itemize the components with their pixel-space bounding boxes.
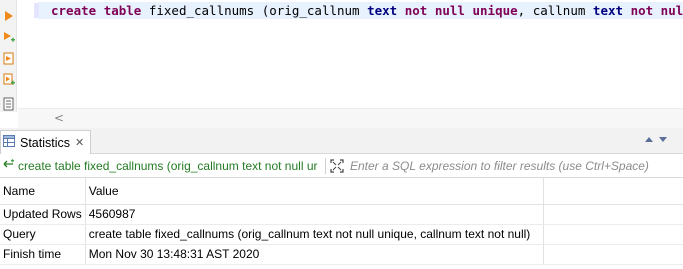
sql-editor-toolbar (0, 0, 17, 112)
query-label-text: create table fixed_callnums (orig_callnu… (18, 158, 318, 173)
scroll-left-arrow-icon[interactable]: < (54, 111, 64, 125)
sql-keyword-token: text (367, 3, 398, 18)
column-header-value[interactable]: Value (85, 178, 544, 205)
table-row[interactable]: Updated Rows 4560987 (0, 204, 683, 225)
sql-text-token: fixed_callnums (orig_callnum (141, 3, 368, 18)
tab-label: Statistics (20, 135, 71, 150)
sql-keyword-token: unique (472, 3, 518, 18)
sql-keyword-token: not (630, 3, 654, 18)
results-grid: Name Value Updated Rows 4560987 Query cr… (0, 178, 683, 269)
table-row[interactable]: Finish time Mon Nov 30 13:48:31 AST 2020 (0, 244, 683, 265)
execute-statement-icon[interactable] (1, 8, 16, 24)
editor-horizontal-scrollbar[interactable]: < (18, 108, 683, 128)
column-header-name[interactable]: Name (0, 178, 86, 205)
expand-filter-icon[interactable] (328, 157, 346, 175)
row-value-cell[interactable]: Mon Nov 30 13:48:31 AST 2020 (85, 244, 544, 265)
view-menu[interactable] (645, 137, 667, 142)
sql-text-token (465, 3, 473, 18)
execute-script-new-tab-icon[interactable] (1, 71, 16, 87)
sql-text-token (427, 3, 435, 18)
filter-input[interactable]: Enter a SQL expression to filter results… (350, 159, 649, 173)
explain-plan-icon[interactable] (1, 96, 16, 112)
sql-text-token (96, 3, 104, 18)
filter-bar: create table fixed_callnums (orig_callnu… (0, 154, 683, 178)
close-icon[interactable]: ✕ (75, 136, 84, 149)
query-history-label[interactable]: create table fixed_callnums (orig_callnu… (0, 159, 323, 173)
line-marker (34, 3, 39, 18)
sql-keyword-token: null (660, 3, 683, 18)
statistics-table: Name Value Updated Rows 4560987 Query cr… (0, 178, 683, 265)
row-filler (543, 204, 683, 225)
filter-separator (325, 157, 326, 174)
sql-keyword-token: table (103, 3, 142, 18)
header-filler (543, 178, 683, 205)
row-filler (543, 244, 683, 265)
table-grid-icon (3, 135, 15, 150)
maximize-icon[interactable] (645, 137, 653, 142)
table-header-row: Name Value (0, 178, 683, 205)
sql-keyword-token: create (51, 3, 97, 18)
sql-text-token (653, 3, 661, 18)
row-name-cell[interactable]: Updated Rows (0, 204, 86, 225)
query-icon (3, 159, 15, 172)
sql-keyword-token: null (434, 3, 465, 18)
execute-script-icon[interactable] (1, 50, 16, 66)
sql-editor[interactable]: create table fixed_callnums (orig_callnu… (18, 0, 683, 108)
sql-statement[interactable]: create table fixed_callnums (orig_callnu… (51, 3, 683, 18)
sql-keyword-token: text (592, 3, 624, 18)
execute-in-new-tab-icon[interactable] (1, 29, 16, 45)
row-filler (543, 224, 683, 245)
sql-text-token (623, 3, 631, 18)
tab-statistics[interactable]: Statistics ✕ (0, 130, 92, 154)
sql-text-token (397, 3, 405, 18)
row-name-cell[interactable]: Finish time (0, 244, 86, 265)
row-value-cell[interactable]: 4560987 (85, 204, 544, 225)
minimize-icon[interactable] (659, 137, 667, 142)
results-tab-bar: Statistics ✕ (0, 128, 683, 154)
sql-text-token: , callnum (517, 3, 593, 18)
sql-keyword-token: not (404, 3, 428, 18)
row-name-cell[interactable]: Query (0, 224, 86, 245)
table-row[interactable]: Query create table fixed_callnums (orig_… (0, 224, 683, 245)
row-value-cell[interactable]: create table fixed_callnums (orig_callnu… (85, 224, 544, 245)
